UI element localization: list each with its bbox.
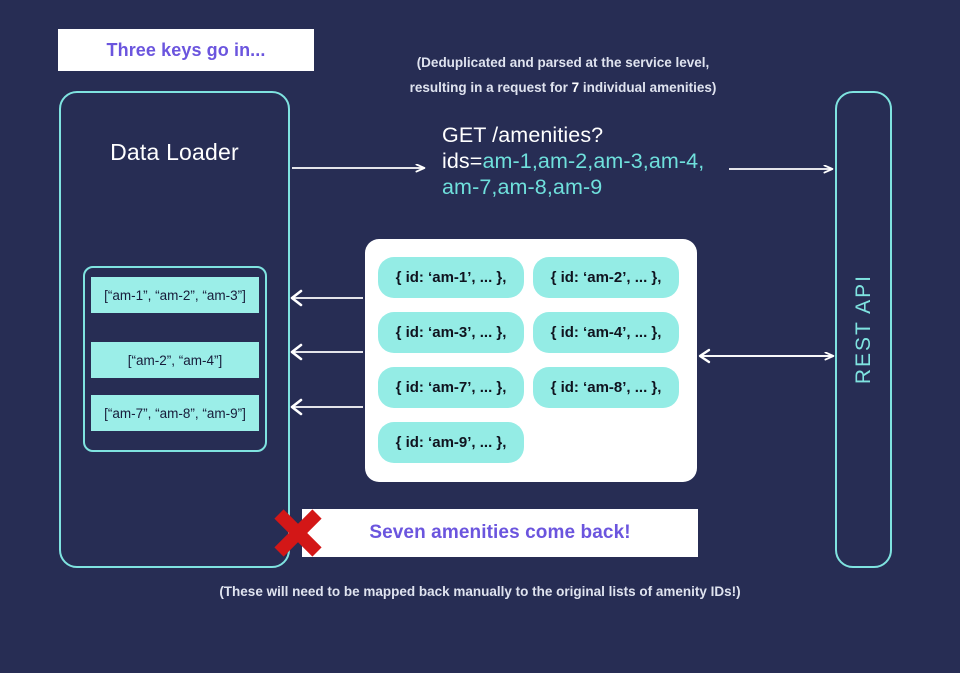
response-panel: { id: ‘am-1’, ... }, { id: ‘am-2’, ... }…: [365, 239, 697, 482]
request-note-prefix: resulting in a request for: [409, 80, 572, 95]
footer-caption: (These will need to be mapped back manua…: [219, 584, 741, 599]
diagram-canvas: Three keys go in... Data Loader [“am-1”,…: [0, 0, 960, 673]
arrow-response-to-key-1: [290, 289, 363, 307]
request-url: GET /amenities? ids=am-1,am-2,am-3,am-4,…: [442, 122, 742, 200]
request-query: ids=am-1,am-2,am-3,am-4,: [442, 148, 742, 174]
key-list-item: [“am-2”, “am-4”]: [91, 342, 259, 378]
key-list-item: [“am-1”, “am-2”, “am-3”]: [91, 277, 259, 313]
request-note-line-1: (Deduplicated and parsed at the service …: [416, 55, 710, 70]
arrow-response-to-key-3: [290, 398, 363, 416]
arrow-response-to-key-2: [290, 343, 363, 361]
amenity-pill: { id: ‘am-1’, ... },: [378, 257, 524, 298]
rest-api-label: REST API: [835, 91, 892, 568]
amenity-pill: { id: ‘am-2’, ... },: [533, 257, 679, 298]
amenity-pill: { id: ‘am-7’, ... },: [378, 367, 524, 408]
request-note: (Deduplicated and parsed at the service …: [383, 50, 743, 100]
amenity-pill: { id: ‘am-8’, ... },: [533, 367, 679, 408]
three-keys-banner-label: Three keys go in...: [106, 39, 266, 60]
request-query-key: ids=: [442, 149, 483, 173]
request-note-line-2: resulting in a request for 7 individual …: [383, 75, 743, 100]
key-list-item: [“am-7”, “am-8”, “am-9”]: [91, 395, 259, 431]
three-keys-banner: Three keys go in...: [58, 29, 314, 71]
amenity-pill: { id: ‘am-3’, ... },: [378, 312, 524, 353]
seven-amenities-banner: Seven amenities come back!: [302, 509, 698, 557]
amenity-pill: { id: ‘am-9’, ... },: [378, 422, 524, 463]
request-ids-line-1: am-1,am-2,am-3,am-4,: [482, 149, 705, 173]
request-note-count: 7: [571, 80, 580, 95]
data-loader-title: Data Loader: [110, 139, 239, 165]
seven-amenities-banner-label: Seven amenities come back!: [369, 522, 631, 543]
arrow-api-to-response: [698, 348, 833, 364]
rest-api-label-text: REST API: [851, 274, 875, 385]
amenity-pill: { id: ‘am-4’, ... },: [533, 312, 679, 353]
request-method-path: GET /amenities?: [442, 123, 604, 147]
request-ids-line-2: am-7,am-8,am-9: [442, 175, 603, 199]
request-note-suffix: individual amenities): [579, 80, 717, 95]
